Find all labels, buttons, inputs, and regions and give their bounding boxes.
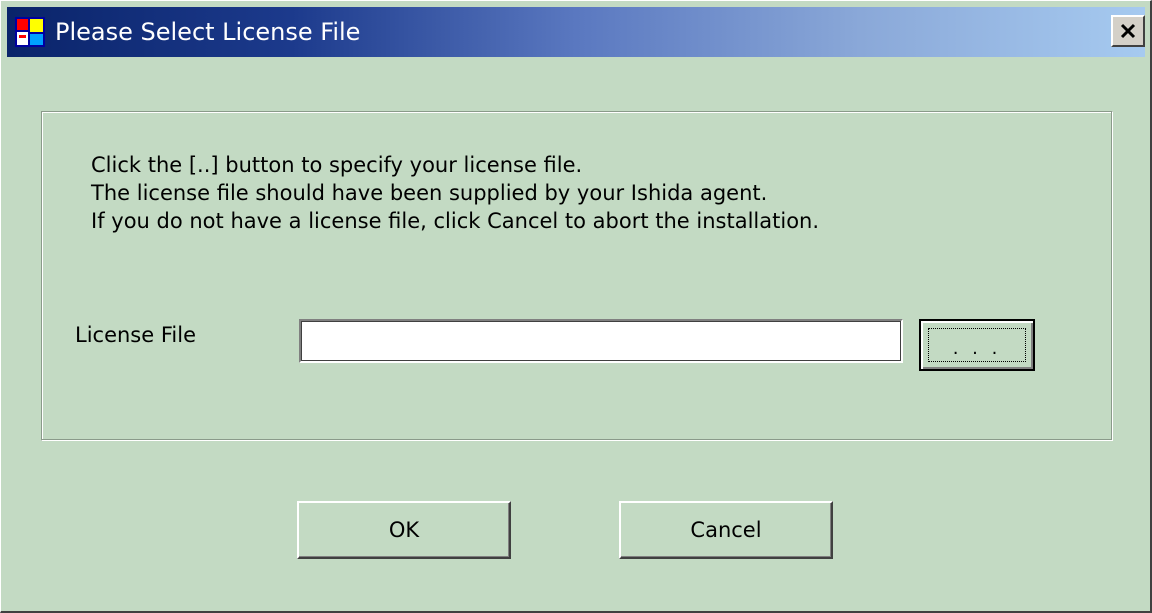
close-icon <box>1120 23 1136 39</box>
instruction-line-1: Click the [..] button to specify your li… <box>91 153 583 177</box>
browse-button-label: . . . <box>928 328 1026 362</box>
cancel-button[interactable]: Cancel <box>619 501 833 559</box>
license-file-label: License File <box>75 323 196 347</box>
title-bar[interactable]: Please Select License File <box>7 7 1145 57</box>
close-button[interactable] <box>1111 15 1145 47</box>
window-title: Please Select License File <box>55 18 361 46</box>
application-icon <box>15 17 45 47</box>
instruction-line-3: If you do not have a license file, click… <box>91 209 820 233</box>
instruction-line-2: The license file should have been suppli… <box>91 181 768 205</box>
license-dialog: Please Select License File Click the [..… <box>0 0 1152 613</box>
license-file-input[interactable] <box>299 319 903 363</box>
ok-button[interactable]: OK <box>297 501 511 559</box>
browse-button[interactable]: . . . <box>919 319 1035 371</box>
